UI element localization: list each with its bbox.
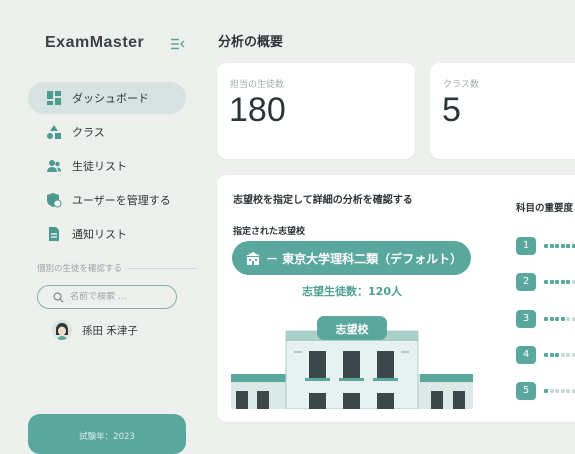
sidebar-item-label: クラス — [72, 126, 105, 139]
search-icon — [53, 291, 64, 302]
app-logo[interactable]: ExamMaster — [45, 34, 144, 52]
rank-badge: 1 — [516, 237, 536, 255]
stat-value: 180 — [229, 91, 286, 129]
sidebar-item-manage-users[interactable]: ユーザーを管理する — [28, 184, 186, 216]
importance-bar — [544, 389, 575, 393]
student-list-item[interactable]: 孫田 禾津子 — [52, 320, 138, 340]
panel-title: 志望校を指定して詳細の分析を確認する — [233, 195, 413, 206]
school-building-icon — [246, 251, 260, 265]
sidebar: ExamMaster ダッシュボード クラス 生徒リスト ユーザーを管理する 通… — [0, 0, 200, 454]
school-building-illustration: 志望校 — [231, 316, 473, 409]
building-sign: 志望校 — [336, 322, 370, 336]
sidebar-item-class[interactable]: クラス — [28, 116, 186, 148]
sidebar-item-dashboard[interactable]: ダッシュボード — [28, 82, 186, 114]
school-button-label: － 東京大学理科二類（デフォルト） — [266, 251, 463, 266]
rank-badge: 4 — [516, 346, 536, 364]
search-input[interactable] — [70, 292, 170, 302]
section-label-text: 個別の生徒を確認する — [37, 264, 123, 274]
sidebar-nav: ダッシュボード クラス 生徒リスト ユーザーを管理する 通知リスト — [28, 82, 186, 252]
search-box[interactable] — [37, 285, 177, 309]
student-name: 孫田 禾津子 — [82, 324, 138, 337]
sidebar-item-label: 通知リスト — [72, 228, 127, 241]
stat-label: クラス数 — [443, 80, 479, 90]
rank-badge: 2 — [516, 273, 536, 291]
stat-card-students: 担当の生徒数 180 — [217, 63, 415, 159]
dashboard-icon — [47, 91, 61, 105]
stat-label: 担当の生徒数 — [230, 80, 285, 90]
shapes-icon — [47, 125, 61, 139]
stat-card-classes: クラス数 5 — [430, 63, 575, 159]
sidebar-item-label: ダッシュボード — [72, 92, 149, 105]
student-avatar-icon — [52, 320, 72, 340]
importance-bar — [544, 280, 575, 284]
rank-badge: 5 — [516, 382, 536, 400]
exam-year-badge: 試験年：2023 — [28, 414, 186, 454]
stat-value: 5 — [442, 91, 461, 129]
school-label: 指定された志望校 — [233, 227, 306, 237]
sidebar-item-students[interactable]: 生徒リスト — [28, 150, 186, 182]
shield-user-icon — [47, 193, 62, 208]
avatar — [52, 320, 72, 340]
collapse-menu-icon[interactable] — [171, 38, 185, 50]
subject-importance-title: 科目の重要度 — [516, 203, 574, 214]
importance-bar — [544, 244, 575, 248]
document-icon — [49, 227, 59, 241]
users-icon — [47, 160, 61, 172]
sidebar-item-label: 生徒リスト — [72, 160, 127, 173]
student-count: 志望生徒数：120人 — [302, 285, 402, 298]
divider — [128, 267, 197, 269]
section-label: 個別の生徒を確認する — [37, 262, 197, 274]
importance-bar — [544, 317, 575, 321]
school-select-button[interactable]: － 東京大学理科二類（デフォルト） — [232, 241, 471, 275]
sidebar-item-label: ユーザーを管理する — [72, 194, 171, 207]
exam-year-text: 試験年：2023 — [79, 432, 135, 442]
rank-badge: 3 — [516, 310, 536, 328]
analysis-panel: 志望校を指定して詳細の分析を確認する 指定された志望校 － 東京大学理科二類（デ… — [217, 175, 575, 422]
sidebar-item-notifications[interactable]: 通知リスト — [28, 218, 186, 250]
page-title: 分析の概要 — [218, 35, 284, 50]
importance-bar — [544, 353, 575, 357]
